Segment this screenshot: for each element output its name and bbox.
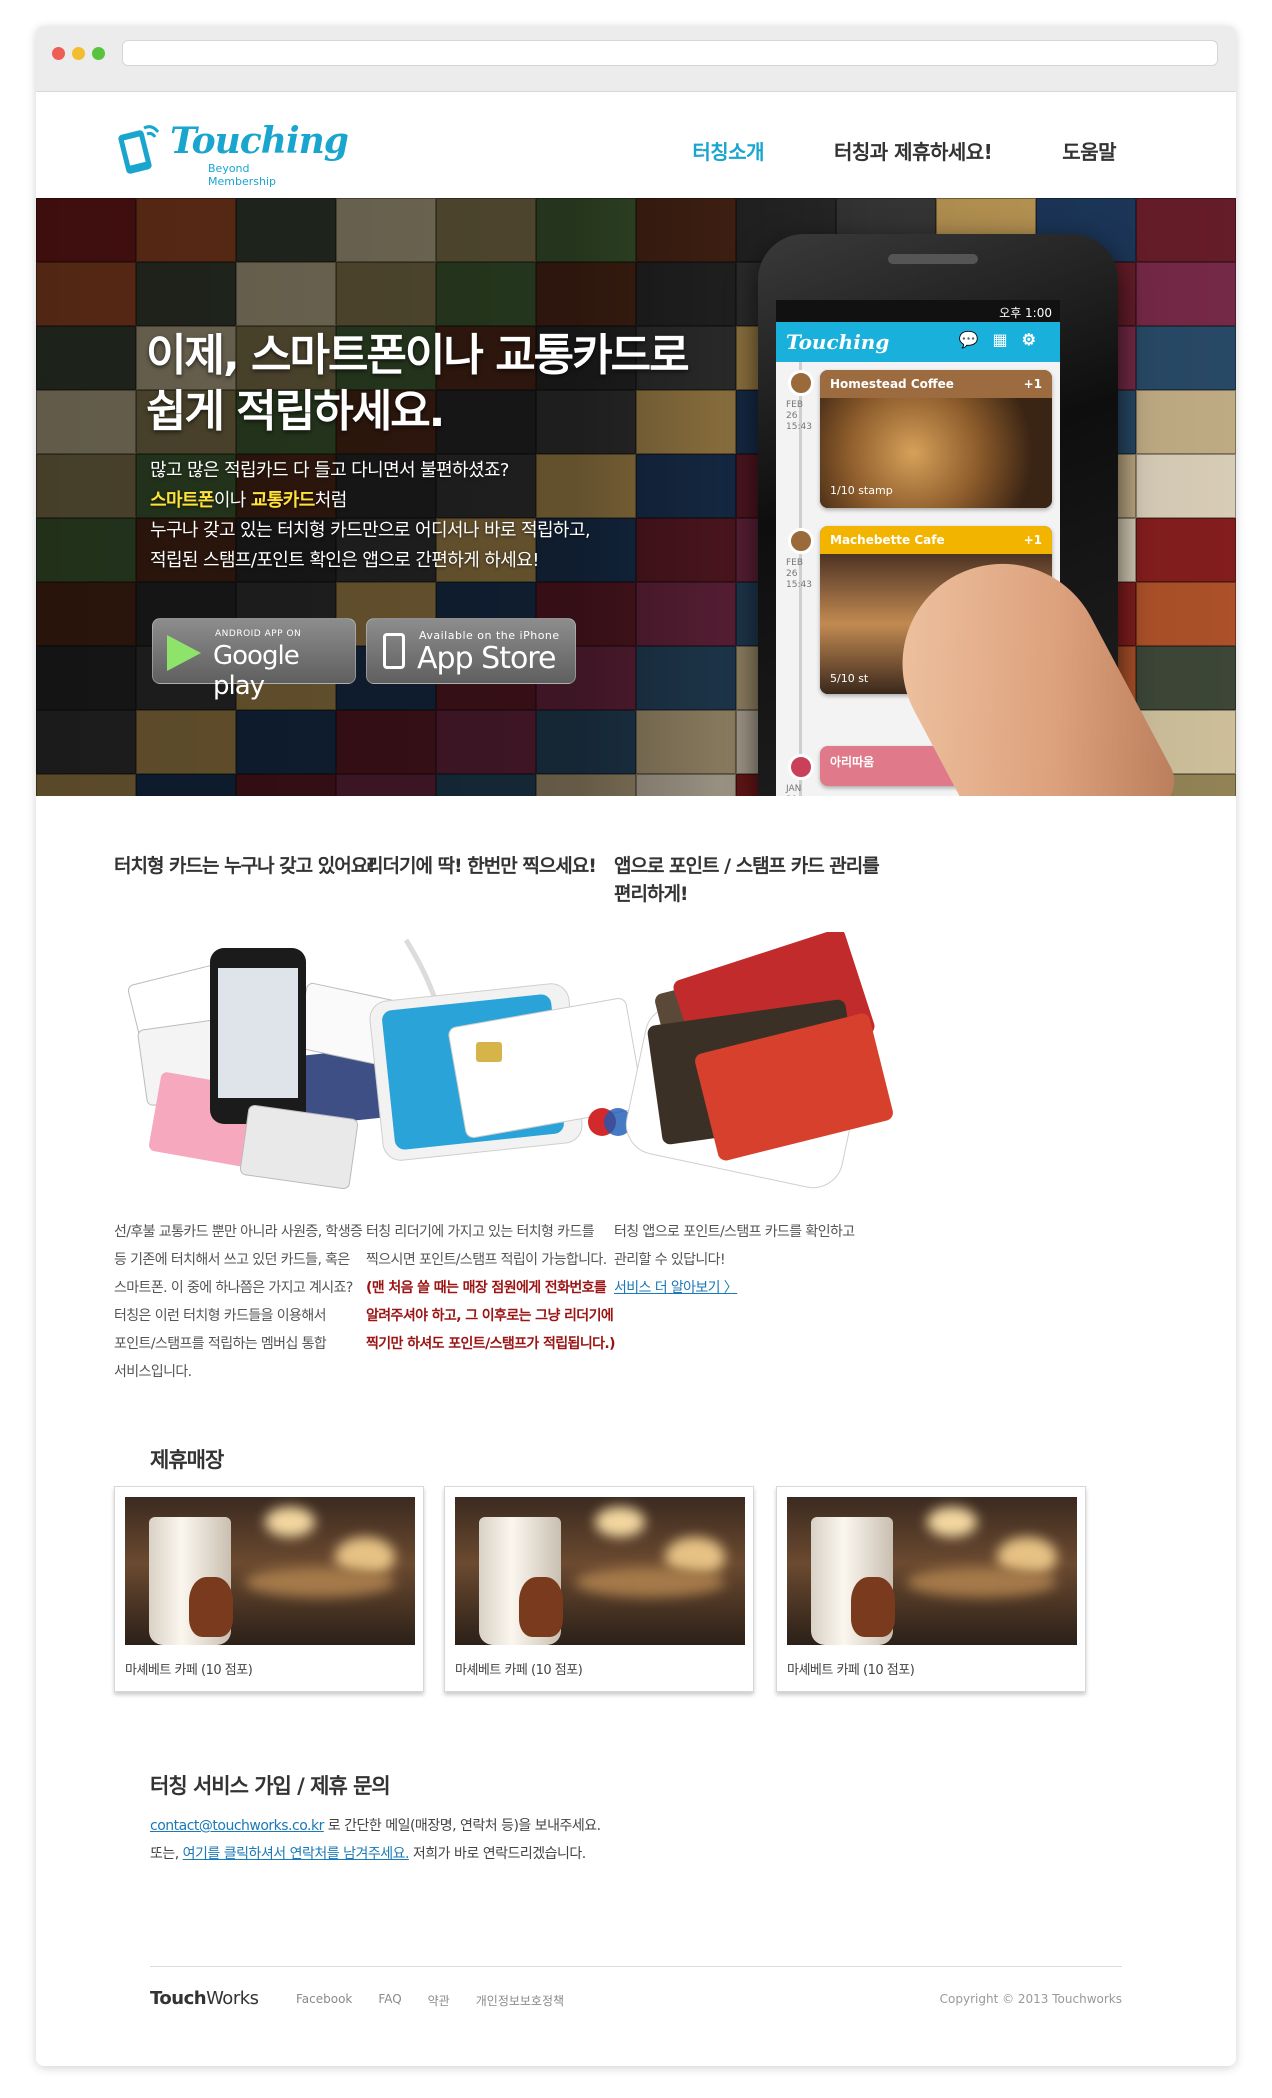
footer-link-faq[interactable]: FAQ	[378, 1992, 401, 2009]
app-store-button[interactable]: Available on the iPhone App Store	[366, 618, 576, 684]
browser-chrome	[36, 26, 1236, 92]
hero-description: 많고 많은 적립카드 다 들고 다니면서 불편하셨죠? 스마트폰이나 교통카드처…	[150, 456, 710, 576]
hero-title-line2: 쉽게 적립하세요.	[146, 386, 445, 437]
highlight-smartphone: 스마트폰	[150, 490, 214, 511]
nav-partnership[interactable]: 터칭과 제휴하세요!	[834, 136, 993, 165]
logo-tagline: Beyond Membership	[208, 162, 276, 188]
hero-text-line1: 많고 많은 적립카드 다 들고 다니면서 불편하셨죠?	[150, 460, 509, 481]
phone-logo-icon	[118, 125, 160, 174]
learn-more-link[interactable]: 서비스 더 알아보기 〉	[614, 1280, 738, 1296]
touching-logo[interactable]: Touching Beyond Membership	[114, 118, 349, 188]
minimize-window-dot[interactable]	[72, 47, 85, 60]
nav-intro[interactable]: 터칭소개	[692, 136, 764, 165]
highlight-transit-card: 교통카드	[250, 490, 315, 511]
logo-wordmark: Touching	[170, 120, 349, 162]
close-window-dot[interactable]	[52, 47, 65, 60]
hero-title-line1: 이제, 스마트폰이나 교통카드로	[146, 330, 690, 381]
site-header: Touching Beyond Membership 터칭소개 터칭과 제휴하세…	[36, 92, 1236, 198]
footer-link-privacy[interactable]: 개인정보보호정책	[476, 1992, 564, 2009]
partner-caption: 마셰베트 카페 (10 점포)	[455, 1663, 583, 1678]
hero-text-line2: 스마트폰이나 교통카드처럼	[150, 490, 347, 511]
app-title-bar: Touching 💬▦⚙	[776, 322, 1060, 362]
footer-link-terms[interactable]: 약관	[428, 1992, 450, 2009]
cafe-cup-photo	[787, 1497, 1077, 1645]
partner-caption: 마셰베트 카페 (10 점포)	[125, 1663, 253, 1678]
hero-text-line3: 누구나 갖고 있는 터치형 카드만으로 어디서나 바로 적립하고,	[150, 520, 591, 541]
coffee-cup-icon	[788, 528, 814, 554]
contact-description: contact@touchworks.co.kr 로 간단한 메일(매장명, 연…	[150, 1818, 601, 1862]
maximize-window-dot[interactable]	[92, 47, 105, 60]
iphone-icon	[383, 633, 405, 669]
footer-divider	[150, 1966, 1122, 1967]
partner-store-card[interactable]: 마셰베트 카페 (10 점포)	[776, 1486, 1086, 1692]
footer-links: Facebook FAQ 약관 개인정보보호정책	[296, 1992, 564, 2009]
main-nav: 터칭소개 터칭과 제휴하세요! 도움말	[692, 136, 1116, 165]
features-section: 터치형 카드는 누구나 갖고 있어요! 선/후불 교통카드 뿐만 아니라 사원증…	[36, 796, 1236, 1380]
touchworks-logo[interactable]: TouchWorks	[150, 1988, 259, 2009]
address-bar[interactable]	[122, 40, 1218, 66]
feature-app: 앱으로 포인트 / 스탬프 카드 관리를 편리하게! 터칭 앱으로 포인트/스탬프…	[614, 852, 914, 1296]
contact-title: 터칭 서비스 가입 / 제휴 문의	[150, 1774, 391, 1798]
footer-link-facebook[interactable]: Facebook	[296, 1992, 352, 2009]
phone-status-bar: 오후 1:00	[776, 300, 1060, 322]
partner-caption: 마셰베트 카페 (10 점포)	[787, 1663, 915, 1678]
stamp-card-homestead[interactable]: Homestead Coffee +1 1/10 stamp	[820, 370, 1052, 508]
feature-title: 앱으로 포인트 / 스탬프 카드 관리를 편리하게!	[614, 855, 880, 905]
site-footer: TouchWorks Facebook FAQ 약관 개인정보보호정책 Copy…	[150, 1988, 1122, 2018]
hero-title: 이제, 스마트폰이나 교통카드로 쉽게 적립하세요.	[146, 328, 706, 440]
feature-description: 터칭 앱으로 포인트/스탬프 카드를 확인하고 관리할 수 있답니다! 서비스 …	[614, 1224, 855, 1296]
google-play-button[interactable]: ANDROID APP ON Google play	[152, 618, 356, 701]
nav-help[interactable]: 도움말	[1062, 136, 1116, 165]
copyright: Copyright © 2013 Touchworks	[939, 1992, 1122, 2006]
coffee-cup-icon	[788, 370, 814, 396]
timeline: FEB 2615:43 FEB 2615:43 JAN 31	[786, 362, 814, 796]
cosmetics-icon	[788, 754, 814, 780]
contact-form-link[interactable]: 여기를 클릭하셔서 연락처를 남겨주세요.	[183, 1846, 410, 1862]
google-play-icon	[167, 635, 201, 671]
app-cards-illustration	[625, 932, 893, 1189]
partners-title: 제휴매장	[150, 1448, 224, 1472]
partner-store-card[interactable]: 마셰베트 카페 (10 점포)	[444, 1486, 754, 1692]
app-bar-icons: 💬▦⚙	[958, 330, 1050, 349]
hero-banner: 이제, 스마트폰이나 교통카드로 쉽게 적립하세요. 많고 많은 적립카드 다 …	[36, 198, 1236, 796]
browser-window: Touching Beyond Membership 터칭소개 터칭과 제휴하세…	[36, 26, 1236, 2066]
hero-text-line4: 적립된 스탬프/포인트 확인은 앱으로 간편하게 하세요!	[150, 550, 539, 571]
cafe-cup-photo	[125, 1497, 415, 1645]
contact-email-link[interactable]: contact@touchworks.co.kr	[150, 1818, 324, 1834]
partner-store-card[interactable]: 마셰베트 카페 (10 점포)	[114, 1486, 424, 1692]
cafe-cup-photo	[455, 1497, 745, 1645]
